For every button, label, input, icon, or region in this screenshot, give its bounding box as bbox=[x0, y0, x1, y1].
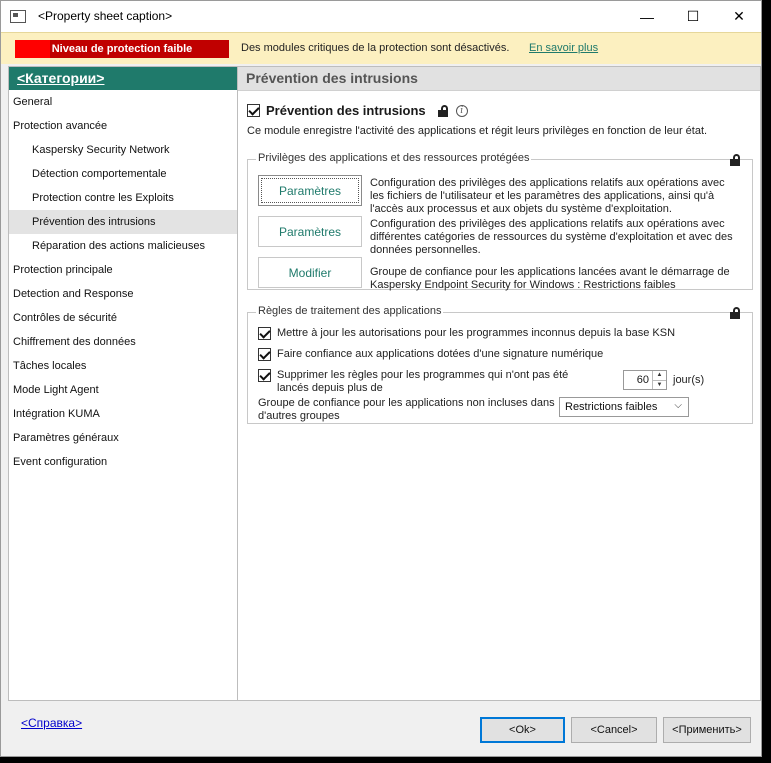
module-label: Prévention des intrusions bbox=[266, 103, 426, 118]
trust-group-field-label: Groupe de confiance pour les application… bbox=[258, 397, 555, 422]
privileges-group: Privilèges des applications et des resso… bbox=[247, 152, 753, 291]
lock-open-icon[interactable] bbox=[437, 104, 450, 117]
page-title: Prévention des intrusions bbox=[238, 67, 760, 91]
info-icon[interactable]: i bbox=[455, 104, 468, 117]
sidebar-item[interactable]: Mode Light Agent bbox=[9, 378, 237, 402]
lock-open-icon[interactable] bbox=[730, 307, 742, 319]
minimize-icon[interactable]: — bbox=[624, 1, 670, 32]
days-value[interactable]: 60 bbox=[624, 371, 652, 389]
module-toggle[interactable]: Prévention des intrusions i bbox=[247, 103, 468, 118]
window-title: <Property sheet caption> bbox=[38, 9, 173, 23]
group-title: Privilèges des applications et des resso… bbox=[256, 152, 532, 164]
days-unit: jour(s) bbox=[673, 374, 705, 386]
ok-button[interactable]: <Ok> bbox=[480, 717, 565, 743]
cancel-button[interactable]: <Cancel> bbox=[571, 717, 657, 743]
help-link[interactable]: <Справка> bbox=[21, 716, 82, 730]
learn-more-link[interactable]: En savoir plus bbox=[529, 42, 598, 54]
window-icon bbox=[10, 10, 26, 23]
protection-level-badge: Niveau de protection faible bbox=[15, 40, 229, 58]
apply-button[interactable]: <Применить> bbox=[663, 717, 751, 743]
maximize-icon[interactable]: ☐ bbox=[670, 1, 716, 32]
sidebar-item[interactable]: Protection contre les Exploits bbox=[9, 186, 237, 210]
categories-list: General Protection avancée Kaspersky Secur… bbox=[9, 90, 237, 474]
sidebar-item[interactable]: Detection and Response bbox=[9, 282, 237, 306]
sidebar-item[interactable]: Event configuration bbox=[9, 450, 237, 474]
ksn-update-option[interactable]: Mettre à jour les autorisations pour les… bbox=[258, 327, 675, 340]
ksn-update-checkbox[interactable] bbox=[258, 327, 271, 340]
sidebar-item[interactable]: Protection avancée bbox=[9, 114, 237, 138]
sidebar-item[interactable]: Contrôles de sécurité bbox=[9, 306, 237, 330]
trust-signed-option[interactable]: Faire confiance aux applications dotées … bbox=[258, 348, 603, 361]
chevron-down-icon: ⌵ bbox=[674, 400, 682, 411]
sidebar-item[interactable]: Détection comportementale bbox=[9, 162, 237, 186]
main-panel: Prévention des intrusions Prévention des… bbox=[238, 66, 761, 701]
decrement-icon[interactable]: ▼ bbox=[653, 379, 666, 390]
sidebar-item[interactable]: General bbox=[9, 90, 237, 114]
group-title: Règles de traitement des applications bbox=[256, 305, 444, 317]
sidebar-item[interactable]: Réparation des actions malicieuses bbox=[9, 234, 237, 258]
trust-group-select[interactable]: Restrictions faibles ⌵ bbox=[559, 397, 689, 417]
delete-rules-option[interactable]: Supprimer les règles pour les programmes… bbox=[258, 369, 598, 395]
days-stepper[interactable]: 60 ▲ ▼ bbox=[623, 370, 667, 390]
sidebar-item[interactable]: Chiffrement des données bbox=[9, 330, 237, 354]
warning-message: Des modules critiques de la protection s… bbox=[241, 42, 510, 54]
close-icon[interactable]: ✕ bbox=[716, 1, 761, 32]
sidebar-item[interactable]: Tâches locales bbox=[9, 354, 237, 378]
increment-icon[interactable]: ▲ bbox=[653, 371, 666, 380]
sidebar-item[interactable]: Intégration KUMA bbox=[9, 402, 237, 426]
resource-privileges-description: Configuration des privilèges des applica… bbox=[370, 218, 733, 256]
sidebar-item[interactable]: Prévention des intrusions bbox=[9, 210, 237, 234]
file-privileges-description: Configuration des privilèges des applica… bbox=[370, 177, 725, 215]
sidebar-item[interactable]: Kaspersky Security Network bbox=[9, 138, 237, 162]
categories-sidebar: <Категории> General Protection avancée Kas… bbox=[8, 66, 238, 701]
file-privileges-settings-button[interactable]: Paramètres bbox=[258, 175, 362, 206]
module-description: Ce module enregistre l'activité des appl… bbox=[247, 125, 708, 137]
lock-open-icon[interactable] bbox=[730, 154, 742, 166]
sidebar-item[interactable]: Paramètres généraux bbox=[9, 426, 237, 450]
trust-group-modify-button[interactable]: Modifier bbox=[258, 257, 362, 288]
title-bar: <Property sheet caption> — ☐ ✕ bbox=[1, 1, 761, 32]
trust-group-description: Groupe de confiance pour les application… bbox=[370, 266, 730, 291]
protection-warning-bar: Niveau de protection faible Des modules … bbox=[1, 32, 761, 64]
background-strip bbox=[762, 0, 771, 763]
trust-signed-checkbox[interactable] bbox=[258, 348, 271, 361]
rules-group: Règles de traitement des applications Me… bbox=[247, 305, 753, 424]
property-sheet-window: <Property sheet caption> — ☐ ✕ Niveau de… bbox=[0, 0, 762, 757]
delete-rules-checkbox[interactable] bbox=[258, 369, 271, 382]
sidebar-item[interactable]: Protection principale bbox=[9, 258, 237, 282]
resource-privileges-settings-button[interactable]: Paramètres bbox=[258, 216, 362, 247]
module-enabled-checkbox[interactable] bbox=[247, 104, 260, 117]
categories-header[interactable]: <Категории> bbox=[9, 67, 237, 90]
